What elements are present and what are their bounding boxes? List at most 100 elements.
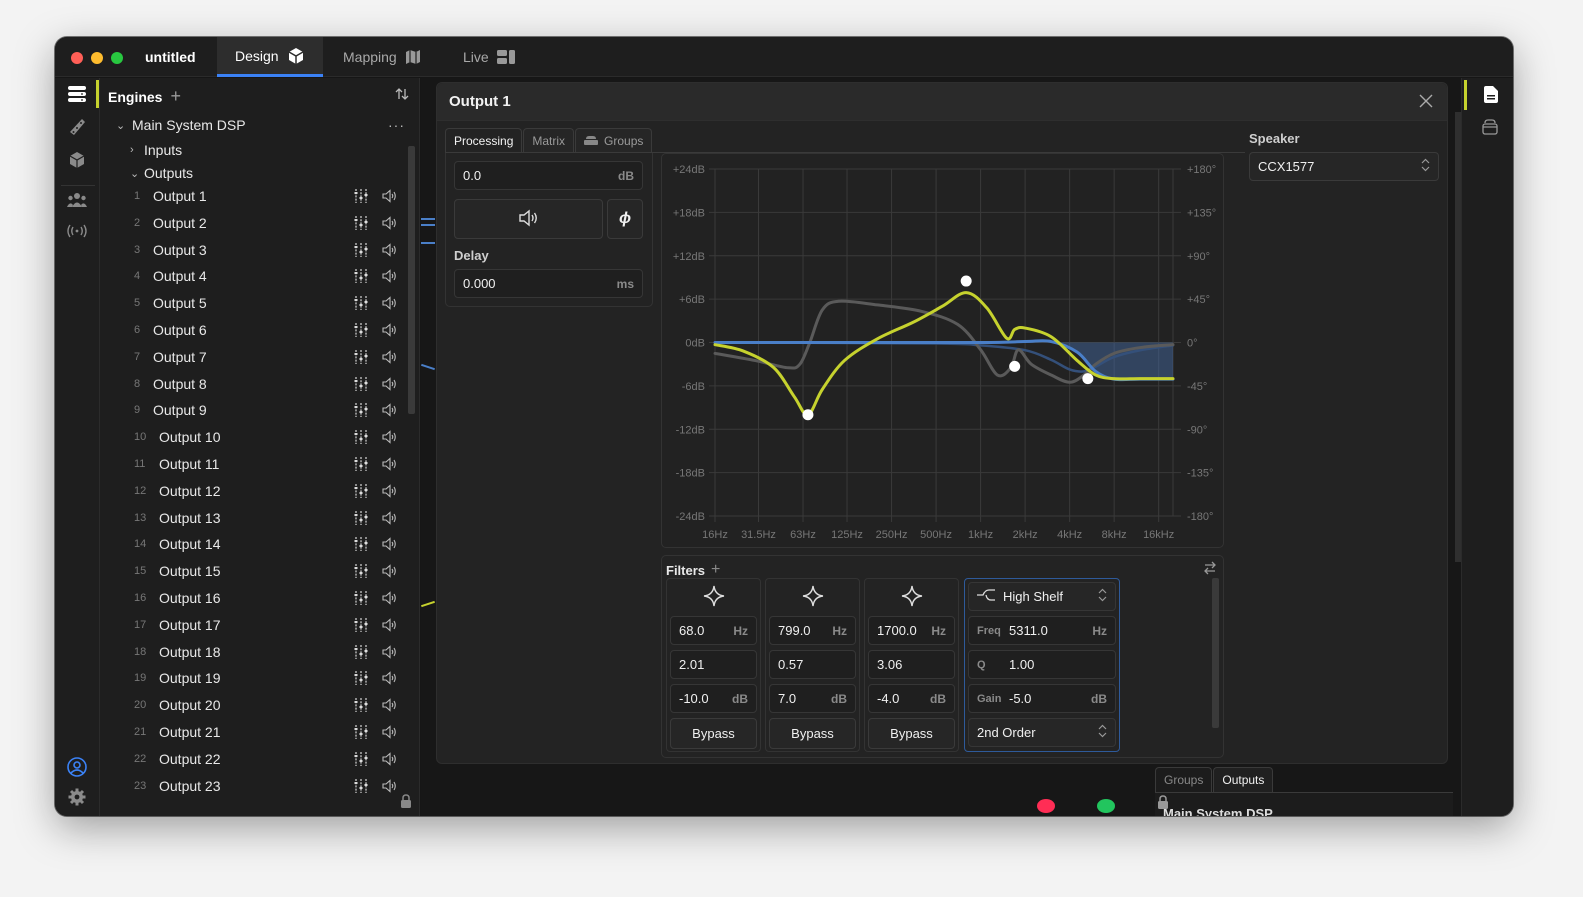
eq-sliders-icon[interactable]: [354, 617, 368, 635]
filter-gain-input[interactable]: 7.0 dB: [769, 684, 856, 713]
speaker-icon[interactable]: [382, 591, 398, 608]
filter-q-input[interactable]: 2.01: [670, 650, 757, 679]
output-row[interactable]: 3 Output 3: [100, 238, 405, 264]
eq-sliders-icon[interactable]: [354, 457, 368, 474]
speaker-icon[interactable]: [382, 644, 398, 662]
tab-live[interactable]: Live: [445, 37, 533, 77]
speaker-icon[interactable]: [382, 323, 398, 340]
eq-sliders-icon[interactable]: [354, 296, 368, 313]
output-row[interactable]: 15 Output 15: [100, 559, 405, 585]
document-icon[interactable]: [1484, 86, 1498, 108]
eq-sliders-icon[interactable]: [354, 242, 368, 260]
output-row[interactable]: 22 Output 22: [100, 747, 405, 773]
eq-sliders-icon[interactable]: [354, 189, 368, 206]
speaker-icon[interactable]: [382, 189, 398, 206]
speaker-array-icon[interactable]: [67, 117, 87, 137]
eq-sliders-icon[interactable]: [354, 698, 368, 715]
engine-row[interactable]: ⌄ Main System DSP ···: [100, 113, 405, 137]
eq-sliders-icon[interactable]: [354, 349, 368, 367]
minimize-window-button[interactable]: [91, 52, 103, 64]
gain-input[interactable]: 0.0 dB: [454, 161, 643, 190]
output-row[interactable]: 9 Output 9: [100, 398, 405, 424]
eq-sliders-icon[interactable]: [354, 725, 368, 742]
eq-sliders-icon[interactable]: [354, 751, 368, 769]
eq-sliders-icon[interactable]: [354, 564, 368, 581]
tab-design[interactable]: Design: [217, 37, 323, 77]
speaker-icon[interactable]: [382, 725, 398, 742]
output-row[interactable]: 13 Output 13: [100, 506, 405, 532]
tree-scrollbar[interactable]: [408, 146, 415, 414]
filter-type-button[interactable]: [766, 585, 859, 612]
close-icon[interactable]: [1419, 94, 1433, 113]
speaker-icon[interactable]: [382, 350, 398, 367]
shelf-q-input[interactable]: Q 1.00: [968, 650, 1116, 679]
tree-outputs[interactable]: ⌄ Outputs: [100, 161, 405, 185]
speaker-icon[interactable]: [382, 296, 398, 313]
layers-icon[interactable]: [1482, 119, 1498, 140]
output-row[interactable]: 5 Output 5: [100, 291, 405, 317]
bypass-button[interactable]: Bypass: [769, 718, 856, 749]
mute-button[interactable]: [454, 199, 603, 239]
output-row[interactable]: 7 Output 7: [100, 345, 405, 371]
wireless-icon[interactable]: [67, 221, 87, 241]
output-row[interactable]: 19 Output 19: [100, 666, 405, 692]
bypass-button[interactable]: Bypass: [868, 718, 955, 749]
more-options-icon[interactable]: ···: [388, 117, 405, 133]
eq-sliders-icon[interactable]: [354, 644, 368, 662]
filter-order-select[interactable]: 2nd Order: [968, 718, 1116, 747]
output-row[interactable]: 17 Output 17: [100, 613, 405, 639]
eq-sliders-icon[interactable]: [354, 537, 368, 554]
tree-inputs[interactable]: › Inputs: [100, 138, 405, 162]
speaker-icon[interactable]: [382, 752, 398, 769]
speaker-icon[interactable]: [382, 269, 398, 286]
bottom-tab-outputs[interactable]: Outputs: [1213, 767, 1274, 792]
bypass-button[interactable]: Bypass: [670, 718, 757, 749]
filter-handle[interactable]: [802, 409, 814, 421]
output-row[interactable]: 23 Output 23: [100, 774, 405, 800]
filter-type-select[interactable]: High Shelf: [968, 582, 1116, 611]
output-row[interactable]: 21 Output 21: [100, 720, 405, 746]
tab-groups[interactable]: Groups: [575, 128, 653, 153]
eq-sliders-icon[interactable]: [354, 671, 368, 688]
eq-sliders-icon[interactable]: [354, 323, 368, 340]
filter-q-input[interactable]: 0.57: [769, 650, 856, 679]
eq-sliders-icon[interactable]: [354, 403, 368, 420]
sort-icon[interactable]: [395, 87, 409, 106]
filter-handle[interactable]: [1009, 360, 1021, 372]
eq-sliders-icon[interactable]: [354, 430, 368, 447]
speaker-icon[interactable]: [382, 564, 398, 581]
speaker-icon[interactable]: [382, 457, 398, 474]
speaker-icon[interactable]: [382, 618, 398, 635]
lock-icon[interactable]: [400, 794, 412, 813]
chevron-down-icon[interactable]: ⌄: [116, 119, 128, 132]
groups-icon[interactable]: [67, 190, 87, 210]
close-window-button[interactable]: [71, 52, 83, 64]
filter-freq-input[interactable]: 799.0 Hz: [769, 616, 856, 645]
add-engine-button[interactable]: +: [170, 86, 181, 107]
speaker-icon[interactable]: [382, 430, 398, 447]
eq-sliders-icon[interactable]: [354, 778, 368, 796]
eq-chart-svg[interactable]: +24dB +180° +18dB +135° +12dB +90° +6dB +45° 0dB…: [662, 154, 1225, 549]
filter-handle[interactable]: [960, 275, 972, 287]
cube-icon[interactable]: [67, 150, 87, 170]
filter-freq-input[interactable]: 1700.0 Hz: [868, 616, 955, 645]
tab-matrix[interactable]: Matrix: [523, 128, 575, 153]
add-filter-button[interactable]: +: [711, 561, 720, 579]
output-row[interactable]: 4 Output 4: [100, 264, 405, 290]
speaker-icon[interactable]: [382, 216, 398, 233]
user-icon[interactable]: [67, 757, 87, 777]
shelf-gain-input[interactable]: Gain -5.0 dB: [968, 684, 1116, 713]
speaker-icon[interactable]: [382, 376, 398, 394]
tab-processing[interactable]: Processing: [445, 128, 523, 153]
speaker-icon[interactable]: [382, 510, 398, 528]
eq-sliders-icon[interactable]: [354, 591, 368, 608]
output-row[interactable]: 12 Output 12: [100, 479, 405, 505]
speaker-icon[interactable]: [382, 484, 398, 501]
bottom-tab-groups[interactable]: Groups: [1155, 767, 1213, 792]
speaker-icon[interactable]: [382, 778, 398, 796]
speaker-icon[interactable]: [382, 537, 398, 554]
output-row[interactable]: 10 Output 10: [100, 425, 405, 451]
phase-invert-button[interactable]: ϕ: [607, 199, 643, 239]
engines-icon[interactable]: [67, 84, 87, 104]
eq-sliders-icon[interactable]: [354, 215, 368, 233]
